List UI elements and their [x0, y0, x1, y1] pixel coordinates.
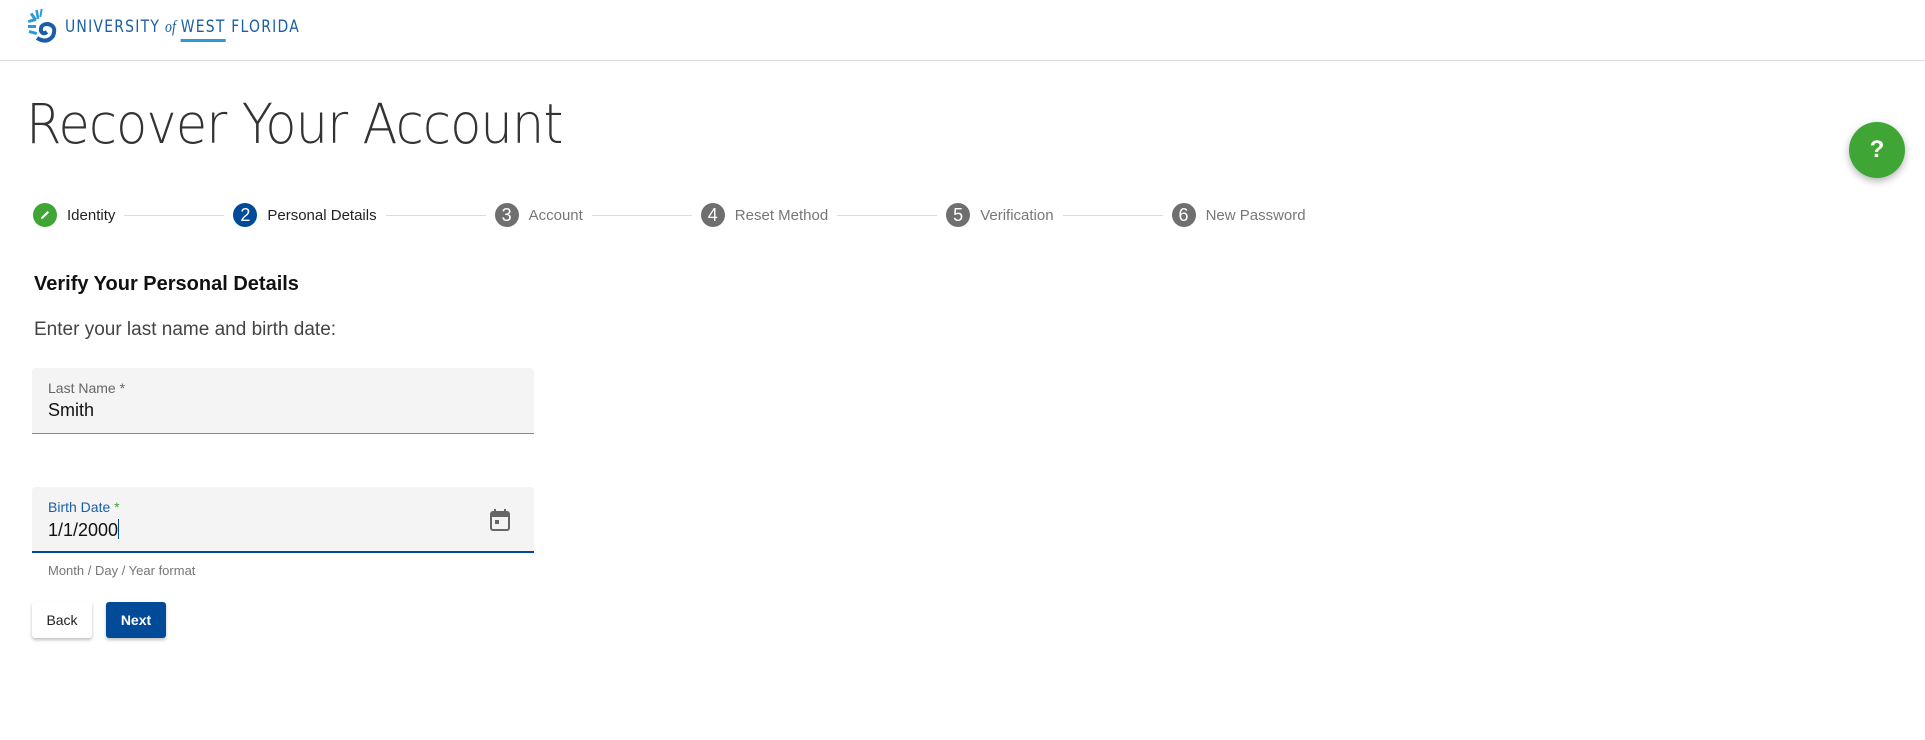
- step-connector: [591, 214, 692, 216]
- step-account: 3 Account: [494, 203, 583, 227]
- pencil-icon: [33, 203, 57, 227]
- logo-text: UNIVERSITY of WEST FLORIDA: [65, 17, 300, 42]
- step-label: New Password: [1205, 206, 1306, 224]
- next-button[interactable]: Next: [106, 602, 166, 638]
- step-number: 2: [233, 203, 258, 227]
- step-verification: 5 Verification: [946, 203, 1054, 227]
- uwf-logo[interactable]: UNIVERSITY of WEST FLORIDA: [27, 8, 352, 46]
- step-label: Reset Method: [734, 206, 829, 224]
- back-button[interactable]: Back: [32, 602, 92, 638]
- stepper: Identity 2 Personal Details 3 Account 4 …: [33, 203, 1306, 227]
- header: UNIVERSITY of WEST FLORIDA: [0, 0, 1925, 61]
- step-connector: [1062, 214, 1163, 216]
- step-connector: [385, 214, 486, 216]
- birth-date-input[interactable]: 1/1/2000: [48, 519, 534, 541]
- last-name-input[interactable]: Smith: [48, 400, 534, 421]
- step-number: 3: [494, 203, 519, 227]
- last-name-field[interactable]: Last Name * Smith: [32, 368, 534, 434]
- birth-date-label: Birth Date *: [48, 499, 120, 515]
- step-number: 4: [700, 203, 725, 227]
- last-name-label: Last Name *: [48, 380, 126, 396]
- step-connector: [837, 214, 938, 216]
- birth-date-hint: Month / Day / Year format: [48, 563, 196, 578]
- step-label: Personal Details: [267, 206, 377, 224]
- page-title: Recover Your Account: [26, 92, 563, 156]
- step-identity[interactable]: Identity: [33, 203, 115, 227]
- instructions: Enter your last name and birth date:: [34, 319, 337, 340]
- step-number: 6: [1171, 203, 1196, 227]
- birth-date-field[interactable]: Birth Date * 1/1/2000: [32, 487, 534, 553]
- step-number: 5: [946, 203, 971, 227]
- help-button[interactable]: ?: [1849, 122, 1905, 178]
- nautilus-logo-icon: [27, 8, 57, 43]
- step-label: Verification: [980, 206, 1054, 224]
- step-label: Account: [528, 206, 583, 224]
- step-connector: [124, 214, 225, 216]
- section-title: Verify Your Personal Details: [34, 273, 299, 295]
- step-label: Identity: [67, 206, 116, 224]
- step-new-password: 6 New Password: [1171, 203, 1306, 227]
- calendar-icon[interactable]: [490, 509, 510, 531]
- step-personal-details[interactable]: 2 Personal Details: [233, 203, 377, 227]
- step-reset-method: 4 Reset Method: [700, 203, 829, 227]
